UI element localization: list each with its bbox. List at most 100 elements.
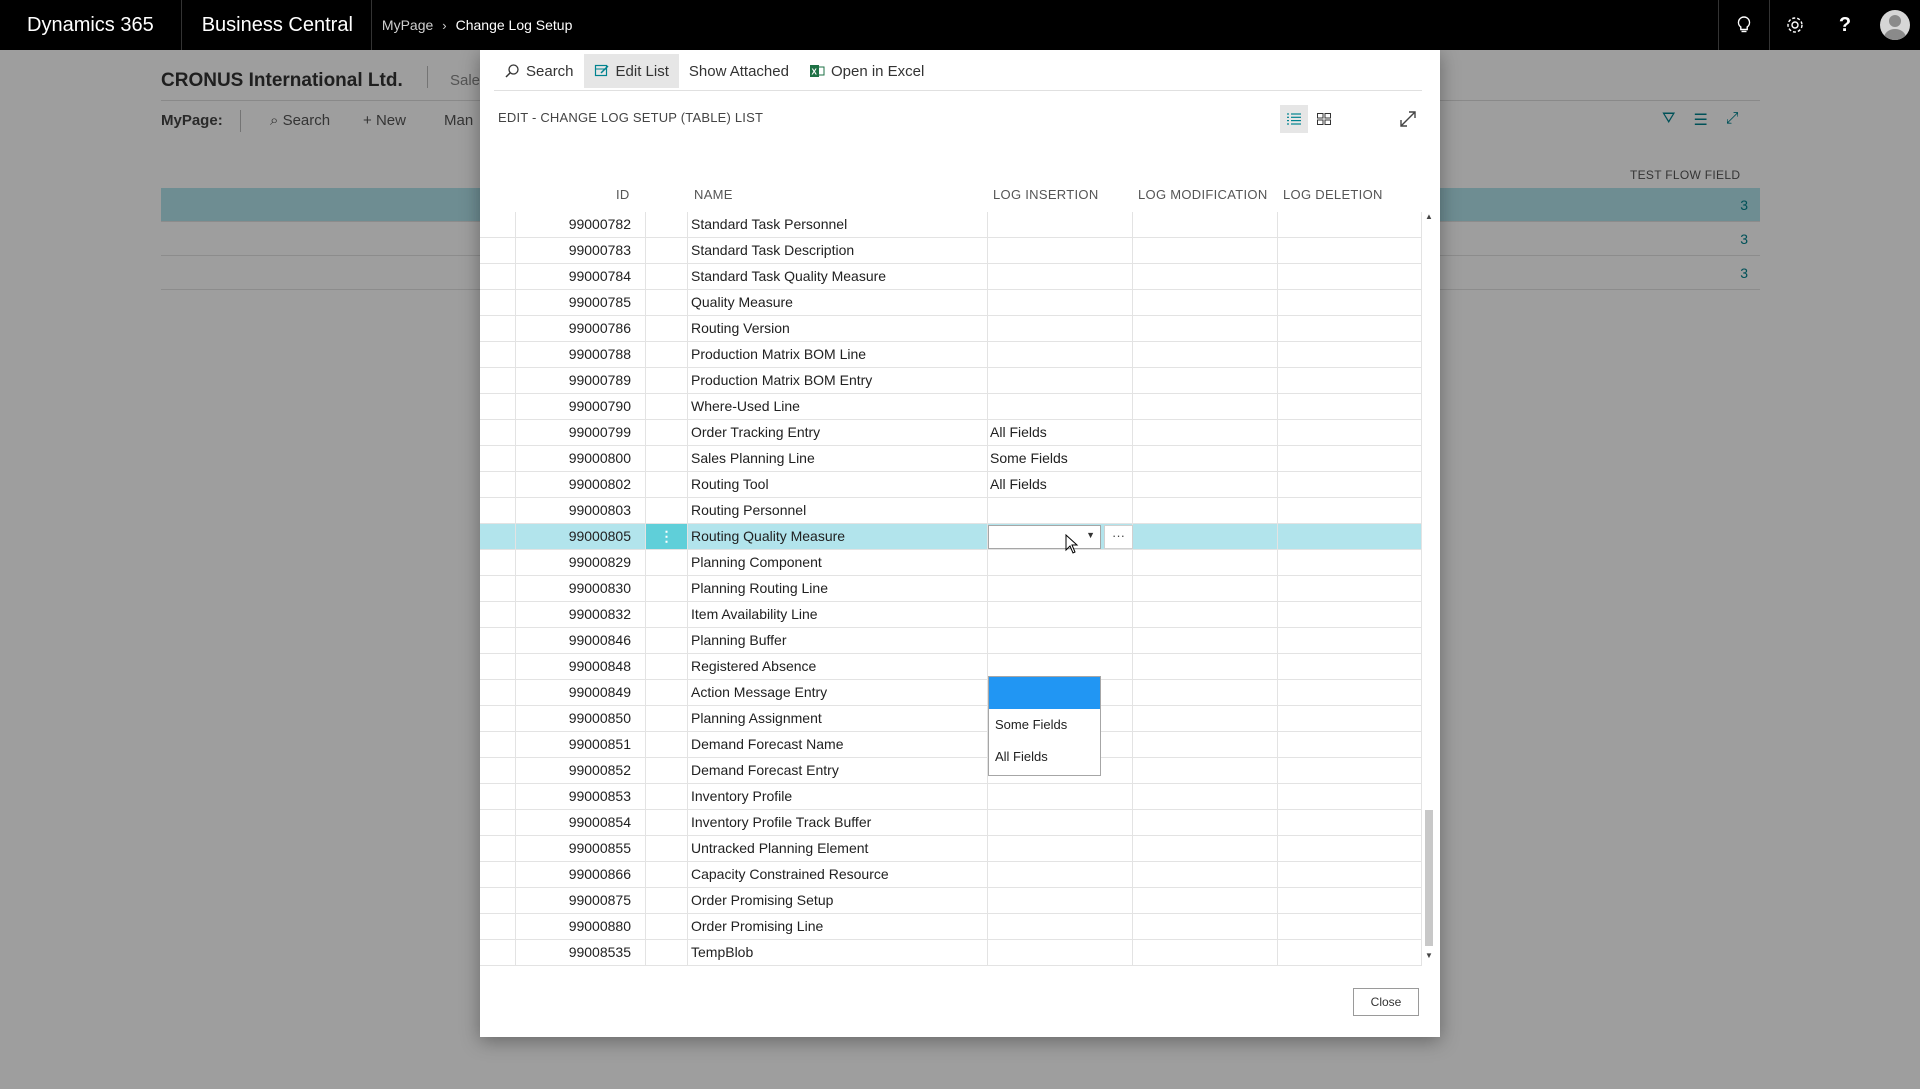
row-selector[interactable] (480, 420, 516, 446)
cell-log-modification[interactable] (1133, 498, 1278, 524)
row-selector[interactable] (480, 446, 516, 472)
cell-log-insertion[interactable] (988, 836, 1133, 862)
cell-name[interactable]: Sales Planning Line (688, 446, 988, 472)
cell-log-insertion[interactable] (988, 784, 1133, 810)
cell-log-deletion[interactable] (1278, 758, 1422, 784)
cell-log-modification[interactable] (1133, 862, 1278, 888)
dropdown-arrow-icon[interactable]: ▼ (1086, 530, 1095, 540)
cell-log-deletion[interactable] (1278, 446, 1422, 472)
cell-log-modification[interactable] (1133, 342, 1278, 368)
cell-log-deletion[interactable] (1278, 914, 1422, 940)
row-selector[interactable] (480, 576, 516, 602)
cell-log-deletion[interactable] (1278, 316, 1422, 342)
cell-log-insertion[interactable] (988, 550, 1133, 576)
row-selector[interactable] (480, 758, 516, 784)
breadcrumb-mypage[interactable]: MyPage (382, 17, 433, 33)
cell-log-deletion[interactable] (1278, 576, 1422, 602)
table-row[interactable]: 99000805 ⋮ Routing Quality Measure ▼ ··· (480, 524, 1422, 550)
cell-log-deletion[interactable] (1278, 836, 1422, 862)
cell-log-modification[interactable] (1133, 394, 1278, 420)
cell-name[interactable]: Routing Tool (688, 472, 988, 498)
cell-log-deletion[interactable] (1278, 342, 1422, 368)
settings-gear-icon[interactable] (1770, 0, 1820, 50)
cell-log-modification[interactable] (1133, 316, 1278, 342)
row-selector[interactable] (480, 472, 516, 498)
cell-log-deletion[interactable] (1278, 706, 1422, 732)
cell-log-insertion[interactable] (988, 368, 1133, 394)
cell-log-modification[interactable] (1133, 888, 1278, 914)
row-selector[interactable] (480, 706, 516, 732)
cell-id[interactable]: 99000783 (516, 238, 646, 264)
scroll-up-icon[interactable]: ▲ (1425, 212, 1433, 221)
cell-name[interactable]: Standard Task Quality Measure (688, 264, 988, 290)
cell-name[interactable]: Routing Personnel (688, 498, 988, 524)
cell-id[interactable]: 99000782 (516, 212, 646, 238)
table-row[interactable]: 99000848 Registered Absence (480, 654, 1422, 680)
table-row[interactable]: 99000829 Planning Component (480, 550, 1422, 576)
cell-log-modification[interactable] (1133, 472, 1278, 498)
cell-log-modification[interactable] (1133, 940, 1278, 966)
cell-name[interactable]: Production Matrix BOM Line (688, 342, 988, 368)
table-row[interactable]: 99000852 Demand Forecast Entry (480, 758, 1422, 784)
list-view-icon[interactable] (1280, 105, 1308, 133)
lookup-ellipsis-button[interactable]: ··· (1104, 525, 1133, 549)
row-selector[interactable] (480, 550, 516, 576)
scroll-thumb[interactable] (1425, 810, 1433, 946)
cell-name[interactable]: Capacity Constrained Resource (688, 862, 988, 888)
row-selector[interactable] (480, 316, 516, 342)
table-row[interactable]: 99000788 Production Matrix BOM Line (480, 342, 1422, 368)
cell-log-deletion[interactable] (1278, 732, 1422, 758)
cell-log-modification[interactable] (1133, 264, 1278, 290)
cell-log-deletion[interactable] (1278, 862, 1422, 888)
cell-log-modification[interactable] (1133, 784, 1278, 810)
cell-id[interactable]: 99000853 (516, 784, 646, 810)
cell-log-deletion[interactable] (1278, 524, 1422, 550)
row-selector[interactable] (480, 342, 516, 368)
table-row[interactable]: 99000784 Standard Task Quality Measure (480, 264, 1422, 290)
cell-name[interactable]: Production Matrix BOM Entry (688, 368, 988, 394)
cell-log-modification[interactable] (1133, 524, 1278, 550)
row-selector[interactable] (480, 732, 516, 758)
cell-log-insertion[interactable] (988, 940, 1133, 966)
cell-name[interactable]: Where-Used Line (688, 394, 988, 420)
cell-log-modification[interactable] (1133, 654, 1278, 680)
help-icon[interactable]: ? (1820, 0, 1870, 50)
cell-log-insertion[interactable] (988, 576, 1133, 602)
scroll-down-icon[interactable]: ▼ (1425, 951, 1433, 960)
cell-log-insertion[interactable]: All Fields (988, 472, 1133, 498)
cell-id[interactable]: 99000846 (516, 628, 646, 654)
cell-name[interactable]: Item Availability Line (688, 602, 988, 628)
cell-name[interactable]: Quality Measure (688, 290, 988, 316)
cell-id[interactable]: 99000875 (516, 888, 646, 914)
cell-id[interactable]: 99000805 (516, 524, 646, 550)
cell-log-modification[interactable] (1133, 680, 1278, 706)
grid-scrollbar[interactable]: ▲ ▼ (1422, 210, 1436, 962)
table-row[interactable]: 99000855 Untracked Planning Element (480, 836, 1422, 862)
table-row[interactable]: 99000803 Routing Personnel (480, 498, 1422, 524)
cell-log-deletion[interactable] (1278, 472, 1422, 498)
cell-name[interactable]: Routing Version (688, 316, 988, 342)
cell-id[interactable]: 99000852 (516, 758, 646, 784)
cell-name[interactable]: Demand Forecast Name (688, 732, 988, 758)
cell-log-deletion[interactable] (1278, 888, 1422, 914)
table-row[interactable]: 99000785 Quality Measure (480, 290, 1422, 316)
cell-log-insertion[interactable] (988, 212, 1133, 238)
cell-log-insertion[interactable] (988, 810, 1133, 836)
cell-log-modification[interactable] (1133, 706, 1278, 732)
table-row[interactable]: 99000830 Planning Routing Line (480, 576, 1422, 602)
table-row[interactable]: 99000832 Item Availability Line (480, 602, 1422, 628)
cell-log-deletion[interactable] (1278, 550, 1422, 576)
cell-log-insertion[interactable] (988, 342, 1133, 368)
cell-id[interactable]: 99000799 (516, 420, 646, 446)
cell-id[interactable]: 99000803 (516, 498, 646, 524)
cell-id[interactable]: 99000866 (516, 862, 646, 888)
row-selector[interactable] (480, 212, 516, 238)
table-row[interactable]: 99000880 Order Promising Line (480, 914, 1422, 940)
edit-list-action[interactable]: Edit List (583, 54, 679, 88)
tile-view-icon[interactable] (1310, 105, 1338, 133)
cell-name[interactable]: Standard Task Personnel (688, 212, 988, 238)
cell-log-insertion[interactable] (988, 290, 1133, 316)
cell-log-deletion[interactable] (1278, 238, 1422, 264)
cell-log-deletion[interactable] (1278, 654, 1422, 680)
cell-log-deletion[interactable] (1278, 498, 1422, 524)
